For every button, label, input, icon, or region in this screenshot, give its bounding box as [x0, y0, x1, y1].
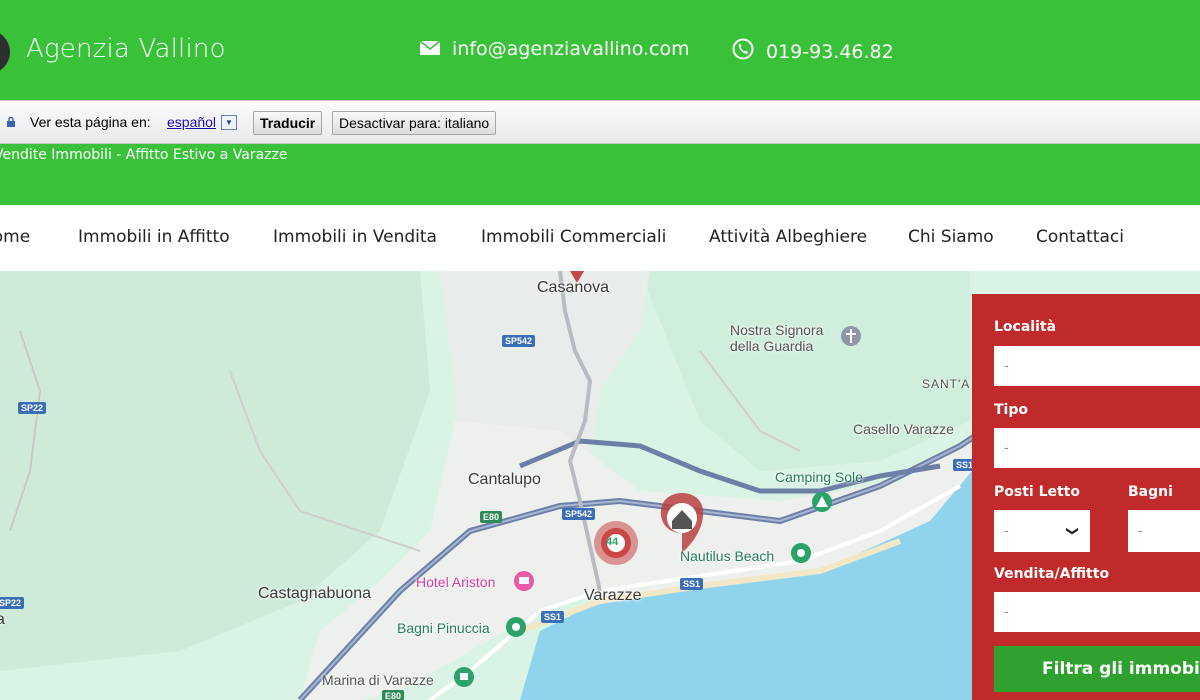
phone-contact[interactable]: 019-93.46.82 — [732, 38, 894, 65]
nav-item-commercial[interactable]: Immobili Commerciali — [481, 227, 666, 247]
brand-name[interactable]: Agenzia Vallino — [26, 34, 226, 64]
translate-button[interactable]: Traducir — [253, 111, 323, 135]
top-header: Agenzia Vallino info@agenziavallino.com … — [0, 0, 1200, 100]
disable-translate-button[interactable]: Desactivar para: italiano — [332, 111, 497, 135]
map-label-place: Cantalupo — [468, 471, 541, 488]
road-shield: E80 — [480, 511, 503, 523]
road-shield: E80 — [382, 690, 405, 700]
map-label-place: Casello Varazze — [853, 421, 954, 437]
type-label: Tipo — [994, 402, 1028, 418]
nav-item-about[interactable]: Chi Siamo — [908, 227, 994, 247]
baths-select[interactable]: - — [1128, 510, 1200, 552]
beds-select[interactable]: - ❯ — [994, 510, 1090, 552]
phone-text[interactable]: 019-93.46.82 — [766, 41, 894, 63]
baths-value: - — [1138, 523, 1143, 539]
road-shield: SS1 — [541, 611, 565, 623]
map-label-place: SANT'A — [922, 377, 971, 391]
map-label-poi: Camping Sole — [775, 469, 863, 485]
map-label-place: a — [0, 611, 5, 628]
nav-item-sale[interactable]: Immobili in Vendita — [273, 227, 437, 247]
map-label-poi: Marina di Varazze — [322, 672, 434, 688]
location-label: Località — [994, 319, 1057, 335]
tagline-strip: Vendite Immobili - Affitto Estivo a Vara… — [0, 144, 1200, 205]
main-nav: Home Immobili in Affitto Immobili in Ven… — [0, 205, 1200, 271]
lock-icon — [7, 117, 15, 127]
location-field[interactable]: - — [994, 346, 1200, 386]
map-label-place: Casanova — [537, 279, 610, 296]
nav-item-rent[interactable]: Immobili in Affitto — [78, 227, 230, 247]
sale-rent-field[interactable]: - — [994, 592, 1200, 632]
translate-label: Ver esta página en: — [30, 114, 151, 130]
filter-submit-button[interactable]: Filtra gli immobili — [994, 646, 1200, 692]
cluster-count[interactable]: 44 — [606, 536, 618, 548]
road-shield: SP22 — [0, 597, 25, 609]
email-contact[interactable]: info@agenziavallino.com — [419, 38, 690, 60]
translate-bar: Ver esta página en: español ▼ Traducir D… — [0, 100, 1200, 144]
road-shield: SP542 — [562, 508, 596, 520]
phone-icon — [732, 38, 754, 65]
tagline: Vendite Immobili - Affitto Estivo a Vara… — [0, 147, 288, 163]
map-label-place: Varazze — [584, 587, 642, 604]
sale-rent-label: Vendita/Affitto — [994, 566, 1110, 582]
map-label-place: Castagnabuona — [258, 585, 371, 602]
map-label-poi: Nautilus Beach — [680, 548, 775, 564]
map-label-poi: Bagni Pinuccia — [397, 620, 490, 636]
map-label-place-line1: Nostra Signora — [730, 322, 824, 338]
logo-icon[interactable] — [0, 30, 10, 74]
property-filter-panel: Località - Tipo - Posti Letto - ❯ Bagni … — [972, 294, 1200, 700]
map-label-place-line2: della Guardia — [730, 338, 814, 354]
map-label-poi: Hotel Ariston — [416, 574, 496, 590]
road-shield: SP542 — [502, 335, 536, 347]
map-label-place: Nostra Signora della Guardia — [730, 322, 823, 354]
beds-value: - — [1004, 523, 1009, 539]
envelope-icon — [419, 38, 441, 60]
road-shield: SP22 — [18, 402, 47, 414]
email-text[interactable]: info@agenziavallino.com — [452, 38, 690, 60]
nav-item-contact[interactable]: Contattaci — [1036, 227, 1124, 247]
language-dropdown-icon[interactable]: ▼ — [221, 115, 237, 130]
baths-label: Bagni — [1128, 484, 1173, 500]
nav-item-hotels[interactable]: Attività Albeghiere — [709, 227, 867, 247]
beds-label: Posti Letto — [994, 484, 1080, 500]
language-link[interactable]: español — [167, 114, 216, 130]
chevron-down-icon: ❯ — [1065, 525, 1080, 537]
road-shield: SS1 — [680, 578, 704, 590]
nav-item-home[interactable]: Home — [0, 227, 30, 247]
type-field[interactable]: - — [994, 428, 1200, 468]
